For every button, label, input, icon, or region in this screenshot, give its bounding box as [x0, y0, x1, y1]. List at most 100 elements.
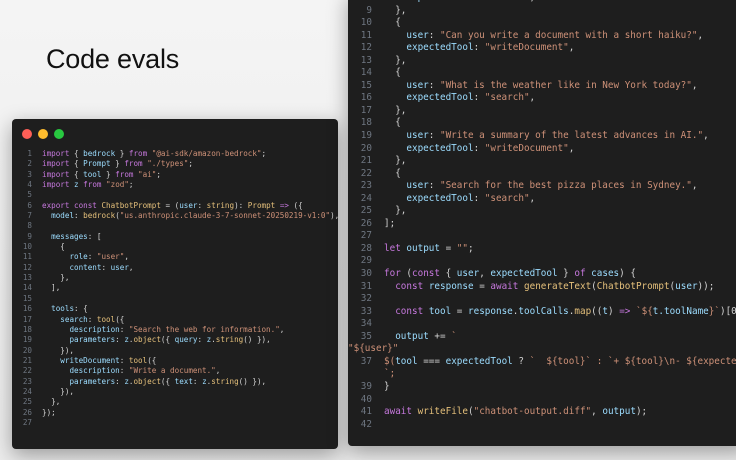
- code-token: :: [101, 262, 111, 272]
- code-token: },: [384, 4, 407, 16]
- code-token: `;: [384, 368, 396, 380]
- maximize-window-icon[interactable]: [54, 129, 64, 139]
- code-line: 22 description: "Write a document.",: [12, 366, 338, 376]
- code-token: ) {: [619, 268, 636, 280]
- code-token: "ai": [138, 169, 157, 179]
- code-token: object: [133, 376, 161, 386]
- code-token: t.toolName: [652, 305, 709, 317]
- code-line: 30 for (const { user, expectedTool } of c…: [348, 268, 736, 281]
- left-code-area[interactable]: 1 import { bedrock } from "@ai-sdk/amazon…: [12, 149, 338, 428]
- code-token: (: [400, 268, 412, 280]
- code-text: {: [42, 242, 65, 252]
- code-line: 9 },: [348, 5, 736, 18]
- code-token: await: [384, 406, 412, 418]
- code-token: ,: [530, 0, 536, 3]
- line-number: 22: [360, 167, 372, 179]
- code-token: :: [428, 180, 440, 192]
- line-number: 16: [22, 304, 32, 314]
- code-line: 29: [348, 255, 736, 268]
- code-token: =: [473, 280, 491, 292]
- code-text: }),: [42, 346, 74, 356]
- right-code-editor: 8 expectedTool: "search",9 },10 {11 user…: [348, 0, 736, 446]
- code-token: :: [473, 142, 485, 154]
- code-line: 3 import { tool } from "ai";: [12, 170, 338, 180]
- code-token: }: [557, 268, 575, 280]
- code-line: 10 {: [348, 17, 736, 30]
- code-token: () }),: [243, 335, 271, 345]
- line-number: 10: [360, 17, 372, 29]
- code-token: ,: [703, 130, 709, 142]
- code-token: ,: [691, 79, 698, 91]
- code-line: 11 user: "Can you write a document with …: [348, 30, 736, 43]
- code-token: :: [474, 0, 485, 3]
- line-number: 19: [22, 335, 32, 345]
- line-number: 9: [366, 4, 372, 16]
- code-text: {: [384, 17, 401, 30]
- code-text: tools: {: [42, 304, 88, 314]
- code-token: expectedTool: [445, 355, 513, 367]
- line-number: 20: [22, 345, 32, 355]
- code-text: }),: [42, 387, 74, 397]
- line-number: 15: [22, 293, 32, 303]
- code-token: },: [42, 273, 70, 283]
- code-token: ((: [591, 305, 603, 317]
- code-token: =: [440, 242, 457, 254]
- code-token: {: [69, 149, 84, 158]
- code-token: ===: [417, 355, 446, 367]
- right-code-area[interactable]: 8 expectedTool: "search",9 },10 {11 user…: [348, 0, 736, 431]
- code-token: :: [428, 79, 440, 91]
- code-text: writeDocument: tool({: [42, 356, 156, 366]
- line-number: 26: [360, 217, 372, 229]
- code-token: string: [211, 376, 239, 386]
- code-token: user: [179, 200, 198, 210]
- code-token: ,: [124, 252, 129, 262]
- code-text: {: [384, 67, 401, 80]
- code-line: 14 {: [348, 67, 736, 80]
- code-token: }),: [42, 345, 75, 355]
- line-number: 25: [22, 397, 32, 407]
- line-number: 39: [360, 380, 372, 392]
- code-token: tool: [395, 355, 418, 367]
- code-token: "@ai-sdk/amazon-bedrock": [151, 149, 262, 158]
- line-number: 10: [22, 242, 32, 252]
- code-token: ;: [128, 180, 134, 190]
- code-text: import { Prompt } from "./types";: [42, 159, 193, 169]
- code-token: model: [51, 211, 75, 221]
- line-number: 9: [27, 231, 32, 241]
- line-number: 4: [27, 180, 32, 190]
- code-line: 15: [12, 294, 338, 304]
- code-token: )[0];: [719, 305, 736, 317]
- code-token: "Write a summary of the latest advances …: [439, 130, 704, 142]
- close-window-icon[interactable]: [22, 129, 32, 139]
- code-line: 13 },: [12, 273, 338, 283]
- code-text: for (const { user, expectedTool } of cas…: [384, 268, 636, 281]
- line-number: 25: [360, 205, 372, 217]
- code-token: object: [133, 335, 161, 345]
- code-line: 37 $(tool === expectedTool ? ` ${tool}` :…: [348, 356, 736, 369]
- code-token: ));: [697, 280, 715, 292]
- code-token: user: [406, 79, 429, 91]
- code-token: content: [69, 262, 102, 272]
- code-token: writeDocument: [60, 355, 120, 365]
- line-number: 32: [360, 293, 372, 305]
- code-token: :: [74, 211, 84, 221]
- minimize-window-icon[interactable]: [38, 129, 48, 139]
- line-number: 16: [360, 92, 372, 104]
- code-token: bedrock: [83, 211, 116, 221]
- code-token: map: [574, 305, 592, 317]
- code-line: 2 import { Prompt } from "./types";: [12, 159, 338, 169]
- code-token: ),: [330, 211, 338, 221]
- code-token: expectedTool: [406, 192, 474, 204]
- code-line: 23 user: "Search for the best pizza plac…: [348, 180, 736, 193]
